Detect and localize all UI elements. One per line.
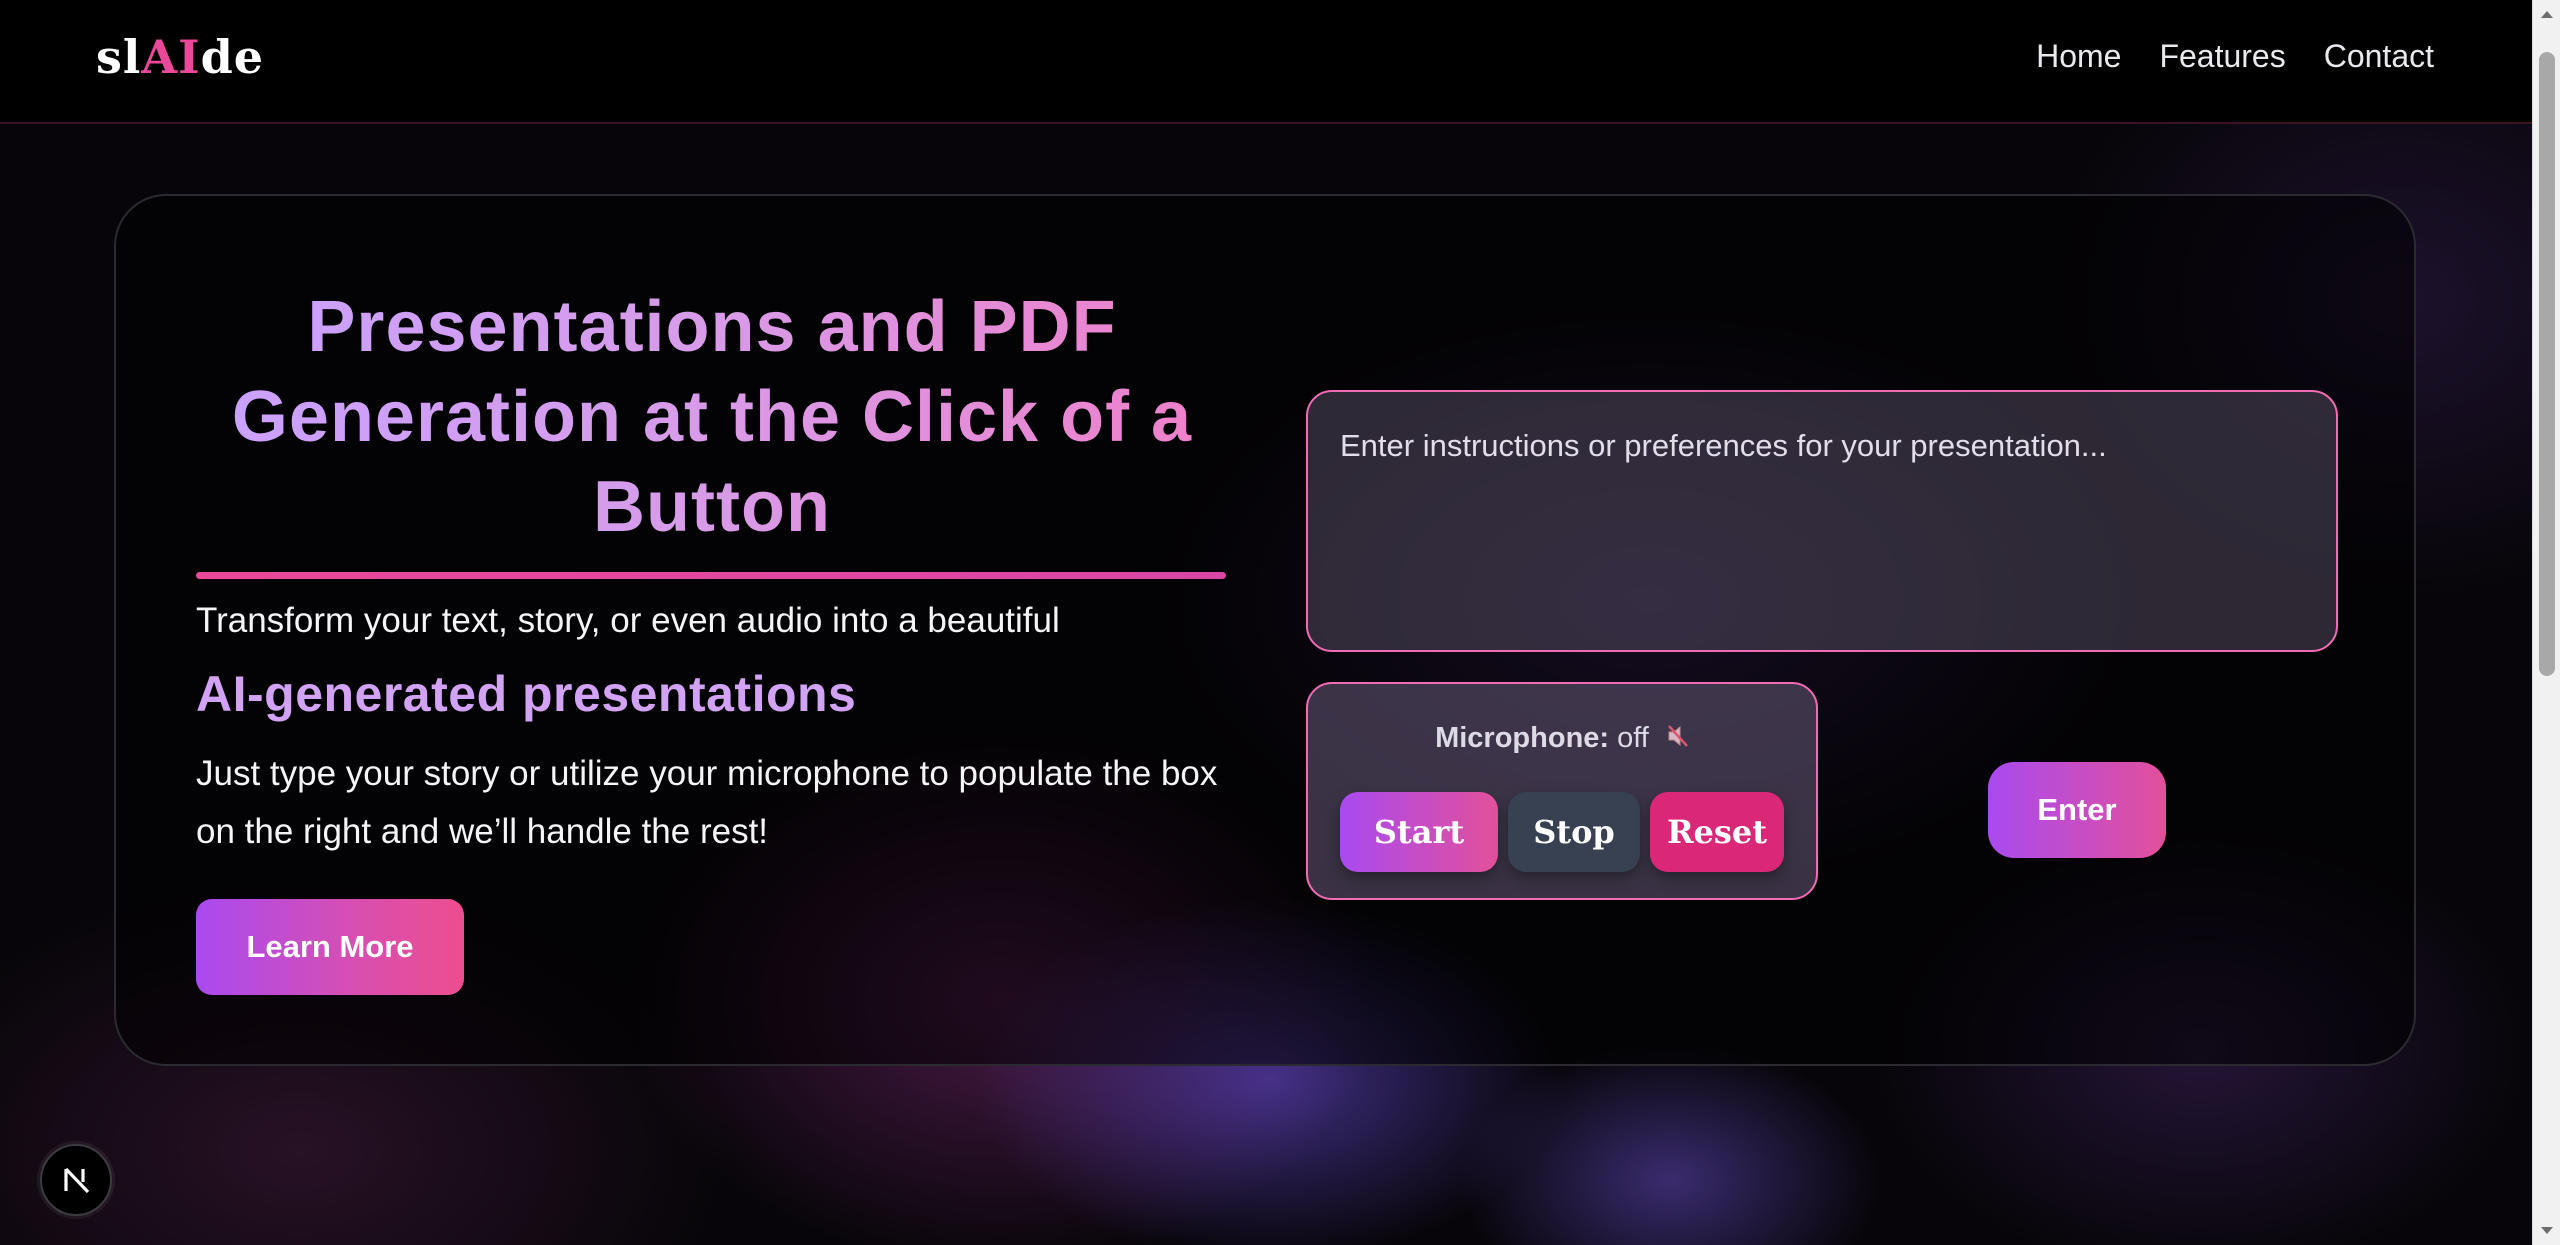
learn-more-button[interactable]: Learn More [196, 899, 464, 995]
nav-links: Home Features Contact [2036, 38, 2434, 75]
microphone-label: Microphone: [1435, 722, 1610, 754]
nav-link-contact[interactable]: Contact [2324, 38, 2434, 75]
microphone-controls: Start Stop Reset [1340, 792, 1784, 872]
stop-recording-button[interactable]: Stop [1508, 792, 1640, 872]
logo-suffix: de [200, 30, 265, 84]
nav-link-home[interactable]: Home [2036, 38, 2121, 75]
scroll-up-arrow-icon[interactable] [2533, 0, 2560, 28]
scrollbar-thumb[interactable] [2539, 52, 2555, 676]
hero-copy: Presentations and PDF Generation at the … [196, 282, 1228, 995]
page-viewport: slAIde Home Features Contact Presentatio… [0, 0, 2532, 1245]
start-recording-button[interactable]: Start [1340, 792, 1498, 872]
logo-ai: AI [141, 30, 201, 84]
muted-speaker-icon [1667, 724, 1689, 755]
hero-card: Presentations and PDF Generation at the … [114, 194, 2416, 1066]
nextjs-dev-badge[interactable] [40, 1144, 112, 1216]
nextjs-logo-icon [64, 1167, 90, 1194]
prompt-input[interactable] [1306, 390, 2338, 652]
hero-body: Just type your story or utilize your mic… [196, 754, 1218, 851]
microphone-panel: Microphone: off Start Stop Reset [1306, 682, 1818, 900]
reset-recording-button[interactable]: Reset [1650, 792, 1784, 872]
hero-subhead: AI-generated presentations [196, 666, 857, 722]
hero-lead: Transform your text, story, or even audi… [196, 601, 1060, 640]
microphone-state: off [1617, 722, 1649, 754]
headline-divider [196, 572, 1226, 579]
microphone-status: Microphone: off [1308, 722, 1816, 755]
vertical-scrollbar[interactable] [2532, 0, 2560, 1245]
nav-link-features[interactable]: Features [2159, 38, 2285, 75]
hero-headline: Presentations and PDF Generation at the … [196, 282, 1228, 552]
brand-logo[interactable]: slAIde [96, 30, 264, 84]
enter-button[interactable]: Enter [1988, 762, 2166, 858]
scroll-down-arrow-icon[interactable] [2533, 1217, 2560, 1245]
top-navbar: slAIde Home Features Contact [0, 0, 2532, 124]
logo-prefix: sl [96, 30, 142, 84]
